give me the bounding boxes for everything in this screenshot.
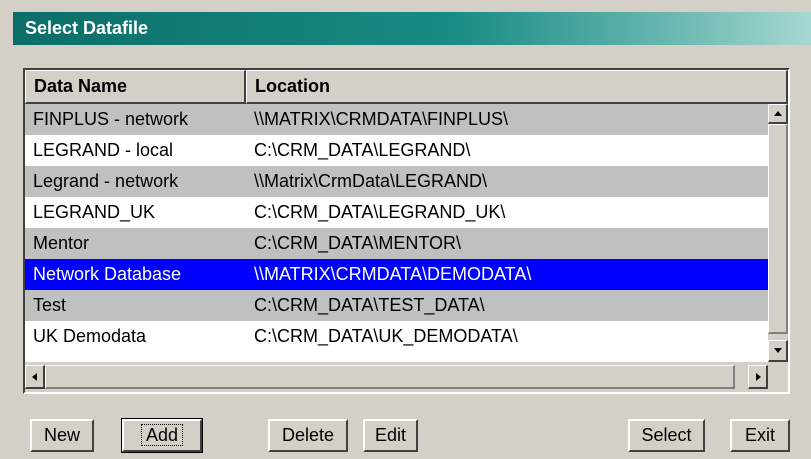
data-name-cell: LEGRAND - local	[33, 140, 174, 160]
data-name-cell: Legrand - network	[33, 171, 179, 191]
list-row[interactable]: Mentor C:\CRM_DATA\MENTOR\	[25, 228, 768, 259]
data-name-cell: Mentor	[33, 233, 90, 253]
right-arrow-icon	[756, 373, 761, 381]
data-name-cell: UK Demodata	[33, 326, 147, 346]
list-row[interactable]: Network Database \\MATRIX\CRMDATA\DEMODAT…	[25, 259, 768, 290]
list-row[interactable]: LEGRAND_UK C:\CRM_DATA\LEGRAND_UK\	[25, 197, 768, 228]
data-name-cell: Network Database	[33, 264, 182, 284]
scroll-up-button[interactable]	[768, 104, 788, 124]
column-header-location[interactable]: Location	[246, 70, 788, 104]
horizontal-scrollbar[interactable]	[25, 362, 768, 392]
scroll-right-button[interactable]	[748, 365, 768, 389]
list-rows: FINPLUS - network \\MATRIX\CRMDATA\FINPLU…	[25, 104, 768, 352]
location-cell: C:\CRM_DATA\UK_DEMODATA\	[254, 326, 518, 346]
horizontal-scroll-thumb[interactable]	[45, 365, 735, 389]
vertical-scroll-thumb[interactable]	[768, 124, 788, 334]
select-datafile-window: Select Datafile Data Name Location FINPL…	[0, 0, 811, 459]
data-name-cell: Test	[33, 295, 67, 315]
down-arrow-icon	[774, 348, 782, 353]
location-cell: \\MATRIX\CRMDATA\FINPLUS\	[254, 109, 509, 129]
left-arrow-icon	[32, 373, 37, 381]
add-button[interactable]: Add	[121, 418, 203, 453]
location-cell: C:\CRM_DATA\LEGRAND\	[254, 140, 471, 160]
data-name-cell: LEGRAND_UK	[33, 202, 156, 222]
list-row[interactable]: Test C:\CRM_DATA\TEST_DATA\	[25, 290, 768, 321]
vertical-scrollbar[interactable]	[768, 104, 788, 362]
up-arrow-icon	[774, 111, 782, 116]
title-bar: Select Datafile	[13, 12, 811, 45]
list-row[interactable]: LEGRAND - local C:\CRM_DATA\LEGRAND\	[25, 135, 768, 166]
datafile-list[interactable]: Data Name Location FINPLUS - network \\MA…	[23, 68, 790, 394]
window-title: Select Datafile	[25, 18, 149, 38]
list-row[interactable]: FINPLUS - network \\MATRIX\CRMDATA\FINPLU…	[25, 104, 768, 135]
new-button[interactable]: New	[30, 419, 94, 452]
scrollbar-corner	[768, 362, 788, 392]
exit-button[interactable]: Exit	[730, 419, 790, 452]
location-cell: C:\CRM_DATA\TEST_DATA\	[254, 295, 485, 315]
scroll-left-button[interactable]	[25, 365, 45, 389]
edit-button[interactable]: Edit	[363, 419, 418, 452]
list-header: Data Name Location	[25, 70, 788, 104]
list-row[interactable]: Legrand - network \\Matrix\CrmData\LEGRAN…	[25, 166, 768, 197]
column-header-data-name[interactable]: Data Name	[25, 70, 246, 104]
data-name-cell: FINPLUS - network	[33, 109, 189, 129]
location-cell: \\Matrix\CrmData\LEGRAND\	[254, 171, 488, 191]
list-row[interactable]: UK Demodata C:\CRM_DATA\UK_DEMODATA\	[25, 321, 768, 352]
select-button[interactable]: Select	[628, 419, 705, 452]
delete-button[interactable]: Delete	[268, 419, 348, 452]
scroll-down-button[interactable]	[768, 340, 788, 362]
location-cell: \\MATRIX\CRMDATA\DEMODATA\	[254, 264, 532, 284]
location-cell: C:\CRM_DATA\LEGRAND_UK\	[254, 202, 506, 222]
add-button-label: Add	[140, 424, 184, 446]
location-cell: C:\CRM_DATA\MENTOR\	[254, 233, 462, 253]
